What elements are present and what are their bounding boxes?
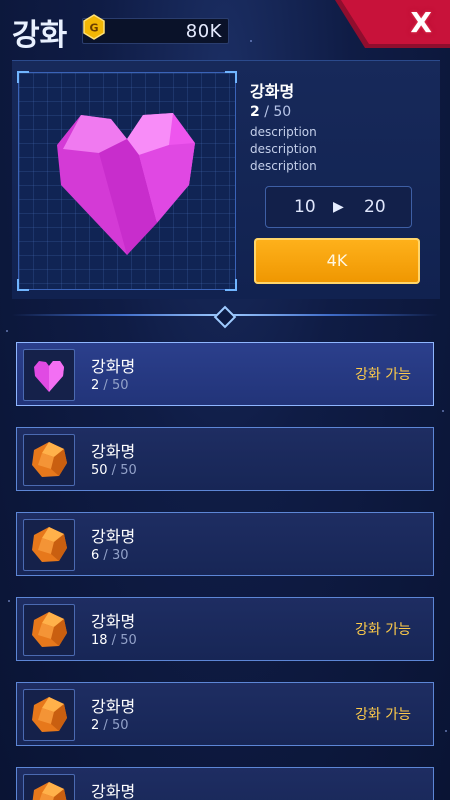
description-line: description bbox=[250, 142, 317, 156]
level-current: 2 bbox=[91, 718, 100, 733]
level-to: 20 bbox=[364, 197, 386, 217]
gold-coin-icon: G bbox=[83, 14, 105, 40]
list-item[interactable]: 강화명 50 / 50 bbox=[16, 427, 434, 491]
level-current: 2 bbox=[91, 378, 100, 393]
list-item-name: 강화명 bbox=[91, 357, 136, 376]
orange-orb-icon bbox=[32, 782, 67, 800]
item-level: 2 / 50 bbox=[250, 104, 291, 120]
list-item-level: 2 / 50 bbox=[91, 718, 129, 733]
item-thumbnail bbox=[23, 774, 75, 800]
list-item[interactable]: 강화명 2 / 50 강화 가능 bbox=[16, 342, 434, 406]
level-current: 50 bbox=[91, 463, 108, 478]
level-max: 30 bbox=[111, 548, 129, 563]
level-separator: / bbox=[264, 104, 274, 120]
gold-amount: 80K bbox=[185, 21, 222, 42]
frame-corner bbox=[225, 71, 237, 83]
list-item-level: 2 / 50 bbox=[91, 378, 129, 393]
item-name: 강화명 bbox=[250, 82, 295, 101]
divider-diamond-icon bbox=[213, 305, 237, 329]
list-item[interactable]: 강화명 bbox=[16, 767, 434, 800]
list-item-name: 강화명 bbox=[91, 442, 136, 461]
level-max: 50 bbox=[273, 104, 292, 120]
level-current: 6 bbox=[91, 548, 100, 563]
orange-orb-icon bbox=[32, 612, 67, 647]
pink-heart-icon bbox=[57, 113, 195, 255]
gold-coin-letter: G bbox=[89, 22, 98, 35]
pink-heart-icon bbox=[34, 361, 64, 392]
close-tab-shape bbox=[335, 0, 450, 48]
orange-orb-icon bbox=[32, 527, 67, 562]
level-from: 10 bbox=[294, 197, 316, 217]
level-change-box: 10 ▶ 20 bbox=[265, 186, 412, 228]
item-description: description description description bbox=[250, 124, 317, 175]
upgrade-available-label: 강화 가능 bbox=[355, 367, 411, 383]
list-item[interactable]: 강화명 6 / 30 bbox=[16, 512, 434, 576]
frame-corner bbox=[17, 279, 29, 291]
frame-corner bbox=[225, 279, 237, 291]
description-line: description bbox=[250, 159, 317, 173]
list-item-name: 강화명 bbox=[91, 782, 136, 800]
list-item[interactable]: 강화명 2 / 50 강화 가능 bbox=[16, 682, 434, 746]
upgrade-list[interactable]: 강화명 2 / 50 강화 가능 강화명 50 / 50 강화명 6 / 30 … bbox=[16, 342, 434, 800]
upgrade-cost: 4K bbox=[326, 251, 348, 270]
item-thumbnail bbox=[23, 604, 75, 656]
item-thumbnail bbox=[23, 434, 75, 486]
level-current: 2 bbox=[250, 104, 260, 120]
close-button[interactable]: X bbox=[410, 6, 432, 39]
list-item-level: 18 / 50 bbox=[91, 633, 137, 648]
list-item-level: 50 / 50 bbox=[91, 463, 137, 478]
upgrade-available-label: 강화 가능 bbox=[355, 622, 411, 638]
level-max: 50 bbox=[111, 718, 129, 733]
list-item-name: 강화명 bbox=[91, 697, 136, 716]
page-title: 강화 bbox=[12, 18, 68, 53]
upgrade-available-label: 강화 가능 bbox=[355, 707, 411, 723]
arrow-right-icon: ▶ bbox=[333, 199, 344, 215]
list-item-level: 6 / 30 bbox=[91, 548, 129, 563]
frame-corner bbox=[17, 71, 29, 83]
list-item[interactable]: 강화명 18 / 50 강화 가능 bbox=[16, 597, 434, 661]
level-current: 18 bbox=[91, 633, 108, 648]
item-thumbnail bbox=[23, 519, 75, 571]
list-item-name: 강화명 bbox=[91, 612, 136, 631]
item-thumbnail bbox=[23, 689, 75, 741]
orange-orb-icon bbox=[32, 442, 67, 477]
description-line: description bbox=[250, 125, 317, 139]
level-max: 50 bbox=[120, 633, 137, 648]
level-max: 50 bbox=[111, 378, 129, 393]
top-bar: 강화 80K G X bbox=[0, 0, 450, 60]
list-item-name: 강화명 bbox=[91, 527, 136, 546]
level-max: 50 bbox=[120, 463, 137, 478]
item-preview bbox=[17, 71, 237, 291]
item-thumbnail bbox=[23, 349, 75, 401]
upgrade-button[interactable]: 4K bbox=[254, 238, 420, 284]
orange-orb-icon bbox=[32, 697, 67, 732]
